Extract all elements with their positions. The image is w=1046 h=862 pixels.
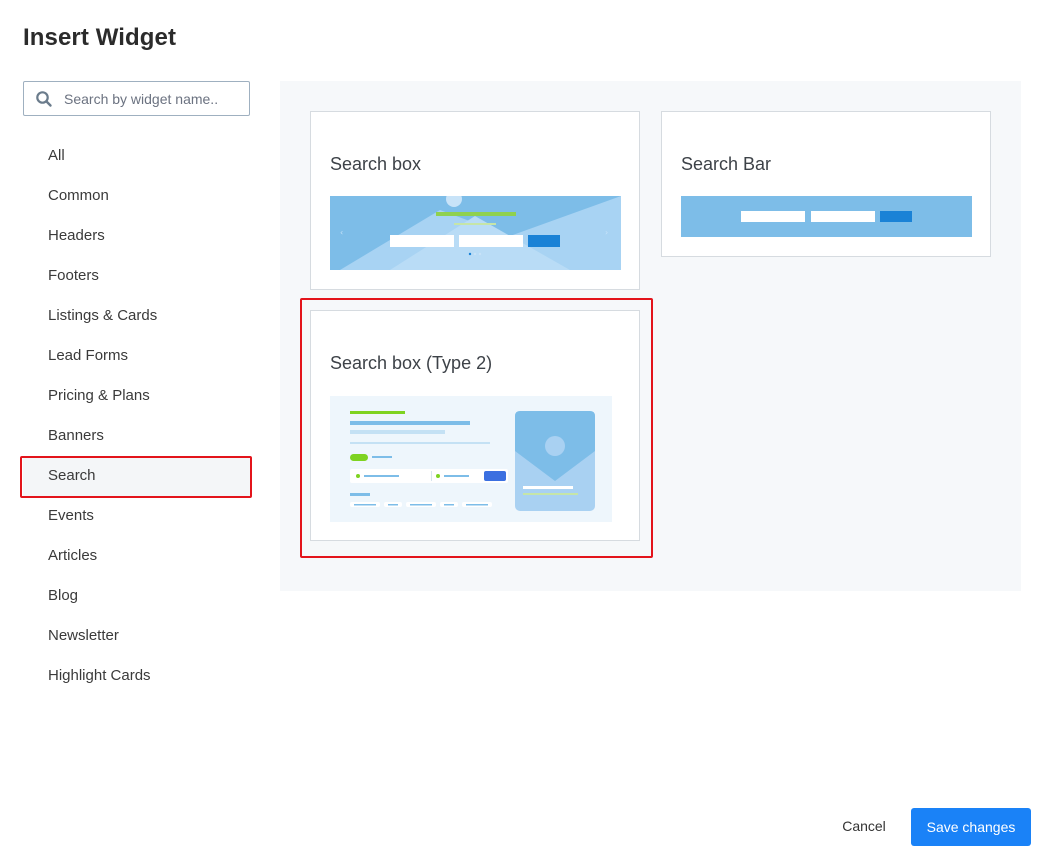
dialog-title: Insert Widget xyxy=(23,24,177,51)
category-item-lead-forms[interactable]: Lead Forms xyxy=(23,336,250,376)
category-item-search[interactable]: Search xyxy=(23,456,250,496)
widget-card-title: Search Bar xyxy=(681,154,772,174)
category-item-articles[interactable]: Articles xyxy=(23,536,250,576)
search-bar-thumbnail xyxy=(681,196,972,237)
widget-card-title: Search box (Type 2) xyxy=(330,353,493,373)
category-item-all[interactable]: All xyxy=(23,136,250,176)
category-item-headers[interactable]: Headers xyxy=(23,216,250,256)
category-item-footers[interactable]: Footers xyxy=(23,256,250,296)
widget-search-input[interactable] xyxy=(64,82,244,115)
category-item-newsletter[interactable]: Newsletter xyxy=(23,616,250,656)
widget-card-search-bar[interactable]: Search Bar xyxy=(661,111,991,257)
cancel-button[interactable]: Cancel xyxy=(829,809,899,844)
category-item-listings-cards[interactable]: Listings & Cards xyxy=(23,296,250,336)
category-item-banners[interactable]: Banners xyxy=(23,416,250,456)
category-item-events[interactable]: Events xyxy=(23,496,250,536)
widget-card-search-box[interactable]: Search box ‹ › xyxy=(310,111,640,290)
search-icon xyxy=(35,90,53,108)
category-item-common[interactable]: Common xyxy=(23,176,250,216)
search-box-thumbnail: ‹ › xyxy=(330,196,621,270)
category-item-highlight-cards[interactable]: Highlight Cards xyxy=(23,656,250,696)
widget-card-search-box-type-2[interactable]: Search box (Type 2) xyxy=(310,310,640,541)
search-box-type-2-thumbnail xyxy=(330,396,612,522)
svg-text:‹: ‹ xyxy=(340,228,343,237)
category-item-blog[interactable]: Blog xyxy=(23,576,250,616)
svg-text:›: › xyxy=(605,228,608,237)
category-list: All Common Headers Footers Listings & Ca… xyxy=(23,136,250,696)
widget-search-box[interactable] xyxy=(23,81,250,116)
category-item-pricing-plans[interactable]: Pricing & Plans xyxy=(23,376,250,416)
widget-card-title: Search box xyxy=(330,154,422,174)
save-changes-button[interactable]: Save changes xyxy=(911,808,1031,846)
